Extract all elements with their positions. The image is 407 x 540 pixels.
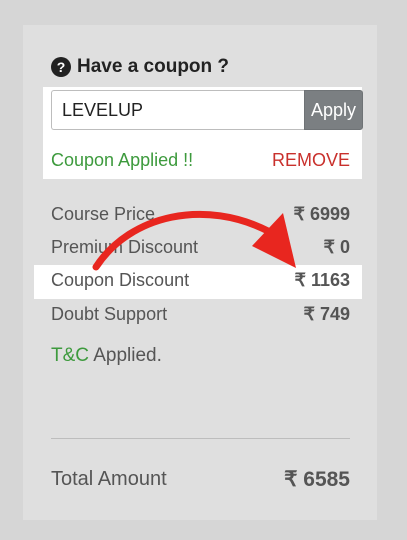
coupon-code-input[interactable] <box>51 90 304 130</box>
line-label: Doubt Support <box>51 303 168 324</box>
line-course-price: Course Price ₹ 6999 <box>51 201 350 227</box>
line-label: Course Price <box>51 203 156 224</box>
line-label: Premium Discount <box>51 236 199 257</box>
line-amount: ₹ 749 <box>303 303 351 324</box>
total-label: Total Amount <box>51 467 167 490</box>
divider <box>51 438 350 439</box>
line-premium-discount: Premium Discount ₹ 0 <box>51 234 350 260</box>
coupon-applied-text: Coupon Applied !! <box>51 150 194 170</box>
line-doubt-support: Doubt Support ₹ 749 <box>51 301 350 327</box>
tc-link[interactable]: T&C <box>51 345 89 366</box>
coupon-heading: ? Have a coupon ? <box>51 55 229 79</box>
question-circle-icon[interactable]: ? <box>51 57 71 77</box>
checkout-card: ? Have a coupon ? Apply Coupon Applied !… <box>23 25 377 520</box>
tc-note: T&C Applied. <box>51 345 162 367</box>
remove-coupon-link[interactable]: REMOVE <box>272 150 350 171</box>
apply-button[interactable]: Apply <box>304 90 364 130</box>
coupon-heading-text: Have a coupon ? <box>77 56 230 77</box>
coupon-status-row: Coupon Applied !! REMOVE <box>51 150 350 171</box>
line-amount: ₹ 1163 <box>294 269 350 290</box>
coupon-input-row: Apply <box>51 90 364 130</box>
total-row: Total Amount ₹ 6585 <box>51 465 350 493</box>
line-amount: ₹ 0 <box>323 236 350 257</box>
line-label: Coupon Discount <box>51 269 190 290</box>
line-amount: ₹ 6999 <box>293 203 351 224</box>
total-amount: ₹ 6585 <box>284 467 350 491</box>
line-coupon-discount: Coupon Discount ₹ 1163 <box>51 267 350 293</box>
tc-suffix: Applied. <box>89 345 162 366</box>
